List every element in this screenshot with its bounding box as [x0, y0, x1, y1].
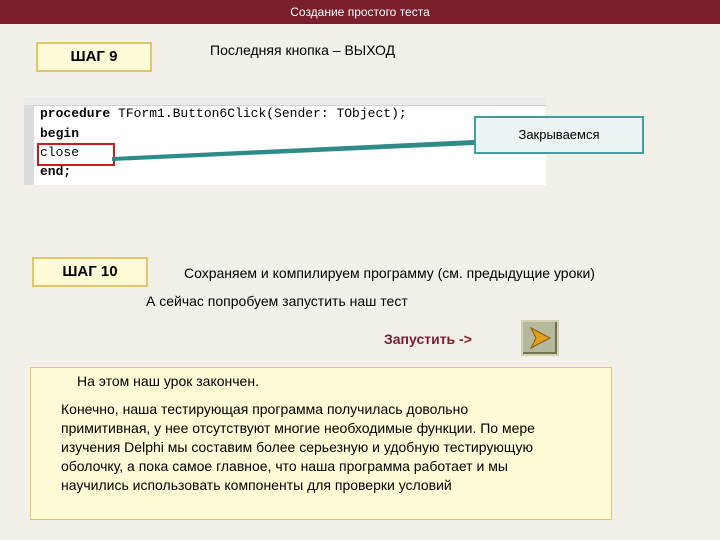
step-10-subtext: А сейчас попробуем запустить наш тест	[146, 293, 408, 309]
lesson-summary-box: На этом наш урок закончен. Конечно, наша…	[30, 367, 612, 520]
summary-first-line: На этом наш урок закончен.	[77, 373, 259, 389]
step-10-heading: Сохраняем и компилируем программу (см. п…	[184, 265, 595, 281]
procedure-signature: TForm1.Button6Click(Sender: TObject);	[110, 106, 407, 121]
close-highlight-box	[37, 143, 115, 166]
code-line-procedure: procedure TForm1.Button6Click(Sender: TO…	[40, 106, 407, 121]
summary-line: изучения Delphi мы составим более серьез…	[61, 439, 534, 455]
run-button[interactable]	[521, 320, 559, 356]
editor-ruler	[24, 97, 546, 106]
code-line-begin: begin	[40, 126, 80, 141]
callout-close-note: Закрываемся	[474, 116, 644, 154]
code-editor: procedure TForm1.Button6Click(Sender: TO…	[24, 97, 546, 185]
editor-gutter	[24, 105, 34, 185]
summary-line: оболочку, а пока самое главное, что наша…	[61, 458, 508, 474]
slide-title-bar: Создание простого теста	[0, 0, 720, 24]
code-line-end: end;	[40, 164, 72, 179]
step-9-label: ШАГ 9	[36, 42, 152, 72]
summary-line: Конечно, наша тестирующая программа полу…	[61, 401, 469, 417]
run-label: Запустить ->	[384, 331, 472, 347]
summary-line: примитивная, у нее отсутствуют многие не…	[61, 420, 535, 436]
summary-line: научились использовать компоненты для пр…	[61, 477, 452, 493]
procedure-keyword: procedure	[40, 106, 111, 121]
step-9-heading: Последняя кнопка – ВЫХОД	[210, 42, 396, 58]
step-10-label: ШАГ 10	[32, 257, 148, 287]
slide-title: Создание простого теста	[290, 5, 430, 19]
play-arrow-icon	[529, 326, 552, 350]
summary-paragraph: Конечно, наша тестирующая программа полу…	[61, 400, 601, 495]
